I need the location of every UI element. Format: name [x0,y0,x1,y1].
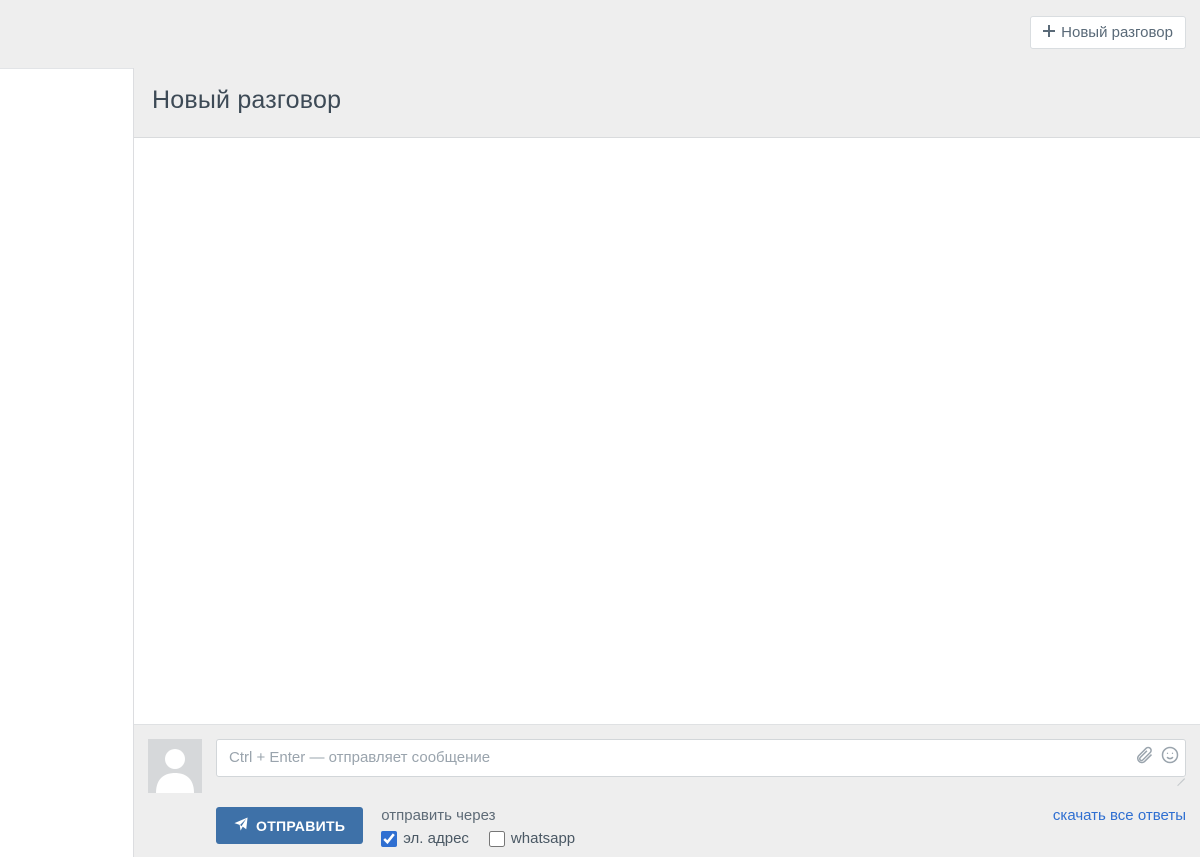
sidebar [0,68,133,857]
main: Новый разговор [133,68,1200,857]
channel-email-label: эл. адрес [403,830,469,847]
topbar: Новый разговор [0,0,1200,68]
send-icon [234,817,248,834]
actions-row: ОТПРАВИТЬ отправить через эл. адрес what… [148,807,1186,847]
composer: ОТПРАВИТЬ отправить через эл. адрес what… [134,725,1200,857]
messages-area [134,138,1200,725]
channel-whatsapp[interactable]: whatsapp [489,830,575,847]
attachment-icon[interactable] [1134,745,1154,770]
new-conversation-button[interactable]: Новый разговор [1030,16,1186,49]
emoji-icon[interactable] [1160,745,1180,770]
layout: Новый разговор [0,68,1200,857]
send-via: отправить через эл. адрес whatsapp [381,807,575,847]
plus-icon [1043,24,1055,41]
avatar [148,739,202,793]
new-conversation-label: Новый разговор [1061,24,1173,41]
send-button[interactable]: ОТПРАВИТЬ [216,807,363,844]
message-input[interactable] [216,739,1186,777]
input-icons [1134,745,1180,770]
channel-whatsapp-checkbox[interactable] [489,831,505,847]
channel-checks: эл. адрес whatsapp [381,830,575,847]
title-bar: Новый разговор [134,68,1200,138]
channel-email[interactable]: эл. адрес [381,830,469,847]
input-row [148,739,1186,793]
send-button-label: ОТПРАВИТЬ [256,818,345,834]
download-all-link[interactable]: скачать все ответы [1053,807,1186,824]
message-input-wrap [216,739,1186,782]
channel-email-checkbox[interactable] [381,831,397,847]
channel-whatsapp-label: whatsapp [511,830,575,847]
send-via-label: отправить через [381,807,575,824]
page-title: Новый разговор [152,86,1182,115]
